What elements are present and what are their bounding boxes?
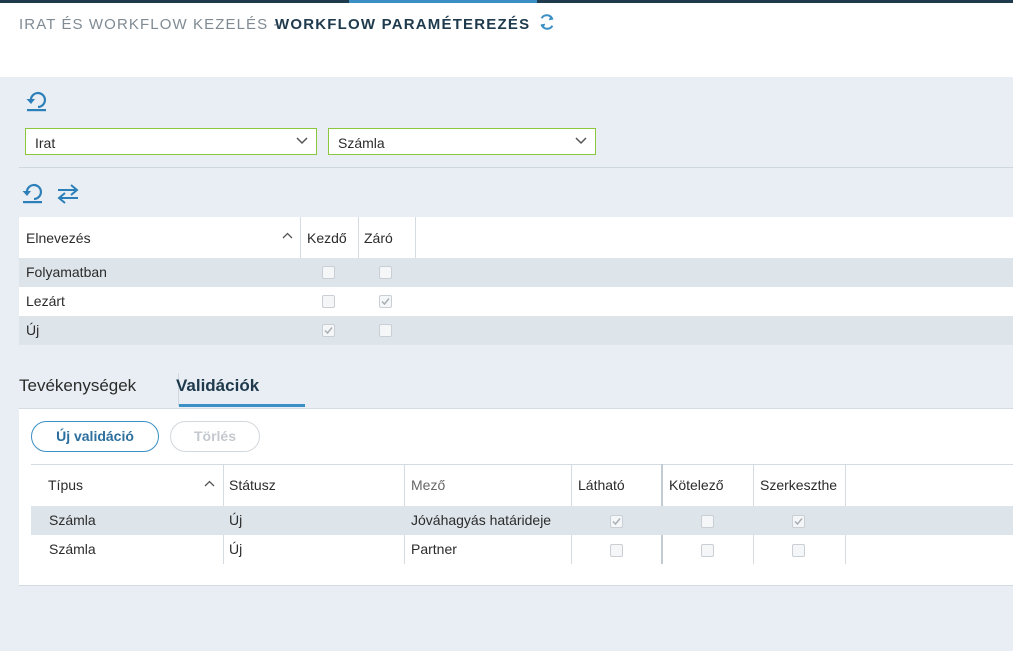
states-table: Elnevezés Kezdő Záró Folyamatban Lezárt … [19, 217, 1013, 345]
check-icon [381, 298, 390, 306]
refresh-icon[interactable] [537, 12, 557, 32]
editable-checkbox [792, 544, 805, 557]
check-icon [612, 518, 621, 526]
breadcrumb[interactable]: IRAT ÉS WORKFLOW KEZELÉS - [19, 16, 280, 33]
validation-field: Partner [411, 541, 457, 557]
start-checkbox [322, 324, 335, 337]
table-row[interactable]: Új [19, 316, 1013, 345]
chevron-down-icon [575, 137, 587, 145]
start-checkbox [322, 266, 335, 279]
active-tab-indicator [179, 404, 305, 407]
state-name: Új [26, 322, 40, 338]
table-row[interactable]: Számla Új Partner [31, 535, 1013, 564]
reload-icon[interactable] [25, 90, 49, 112]
tab-validations[interactable]: Validációk [176, 376, 259, 396]
table-row[interactable]: Lezárt [19, 287, 1013, 316]
validation-type: Számla [49, 541, 96, 557]
chevron-down-icon [296, 137, 308, 145]
table-row[interactable]: Számla Új Jóváhagyás határideje [31, 506, 1013, 535]
swap-arrows-icon[interactable] [56, 183, 80, 205]
sub-type-select[interactable]: Számla [328, 128, 596, 155]
validations-panel: Új validáció Törlés Típus Státusz Mező L… [19, 408, 1013, 586]
tab-activities[interactable]: Tevékenységek [19, 376, 136, 396]
doc-type-select[interactable]: Irat [25, 128, 317, 155]
end-checkbox [379, 324, 392, 337]
reload-icon[interactable] [21, 182, 45, 204]
validations-table: Típus Státusz Mező Látható Kötelező Szer… [31, 464, 1013, 564]
sub-type-value: Számla [338, 135, 385, 151]
end-checkbox [379, 295, 392, 308]
table-row[interactable]: Folyamatban [19, 258, 1013, 287]
sort-asc-icon[interactable] [282, 232, 293, 240]
page-header: IRAT ÉS WORKFLOW KEZELÉS - WORKFLOW PARA… [0, 3, 1013, 77]
visible-checkbox [610, 515, 623, 528]
sort-asc-icon[interactable] [204, 480, 215, 488]
end-checkbox [379, 266, 392, 279]
required-checkbox [701, 515, 714, 528]
doc-type-value: Irat [35, 135, 56, 151]
required-checkbox [701, 544, 714, 557]
start-checkbox [322, 295, 335, 308]
delete-button[interactable]: Törlés [170, 421, 260, 452]
visible-checkbox [610, 544, 623, 557]
divider [19, 167, 1013, 168]
check-icon [794, 518, 803, 526]
check-icon [324, 327, 333, 335]
new-validation-button[interactable]: Új validáció [31, 421, 159, 452]
table-header: Típus Státusz Mező Látható Kötelező Szer… [31, 464, 1013, 506]
page-title: WORKFLOW PARAMÉTEREZÉS [275, 16, 531, 33]
validation-status: Új [229, 541, 243, 557]
editable-checkbox [792, 515, 805, 528]
tab-bar: Tevékenységek Validációk [19, 370, 1013, 408]
table-header: Elnevezés Kezdő Záró [19, 217, 1013, 258]
